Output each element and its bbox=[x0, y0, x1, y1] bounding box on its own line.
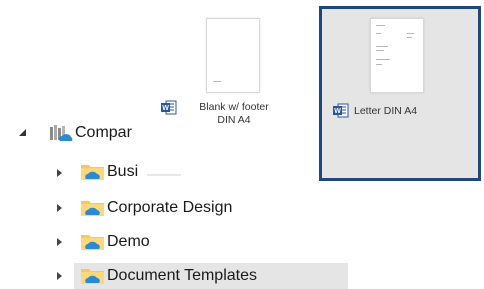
template-label: Letter DIN A4 bbox=[354, 105, 418, 117]
cloud-folder-icon bbox=[81, 269, 104, 284]
cloud-folder-icon bbox=[81, 235, 104, 250]
collapsed-arrow-icon[interactable] bbox=[54, 237, 64, 247]
tree-item-business[interactable]: Busi bbox=[80, 159, 200, 185]
tree-item-label: Busi bbox=[107, 163, 139, 180]
library-icon bbox=[50, 125, 73, 141]
tree-item-label: Demo bbox=[107, 233, 150, 250]
collapsed-arrow-icon[interactable] bbox=[54, 203, 64, 213]
svg-text:W: W bbox=[334, 108, 341, 115]
template-label: Blank w/ footer DIN A4 bbox=[199, 101, 269, 126]
cloud-folder-icon bbox=[81, 201, 104, 216]
svg-text:W: W bbox=[162, 105, 169, 112]
collapsed-arrow-icon[interactable] bbox=[54, 168, 64, 178]
collapsed-arrow-icon[interactable] bbox=[54, 271, 64, 281]
divider bbox=[147, 174, 181, 176]
expanded-arrow-icon[interactable] bbox=[18, 127, 28, 137]
tree-item-label: Compar bbox=[75, 124, 132, 141]
tree-item-document-templates[interactable]: Document Templates bbox=[74, 263, 348, 289]
tree-item-corporate-design[interactable]: Corporate Design bbox=[80, 195, 300, 221]
template-tile-letter[interactable]: W Letter DIN A4 bbox=[319, 6, 481, 181]
word-doc-icon: W bbox=[161, 100, 177, 115]
tree-item-demo[interactable]: Demo bbox=[80, 229, 200, 255]
tree-item-label: Document Templates bbox=[107, 267, 257, 284]
tree-item-root[interactable]: Compar bbox=[48, 120, 168, 146]
tree-item-label: Corporate Design bbox=[107, 199, 233, 216]
template-tile-blank-footer[interactable]: W Blank w/ footer DIN A4 bbox=[150, 8, 290, 148]
word-doc-icon: W bbox=[333, 103, 349, 118]
cloud-folder-icon bbox=[81, 165, 104, 180]
template-thumbnail bbox=[206, 18, 260, 93]
template-thumbnail bbox=[370, 18, 424, 93]
